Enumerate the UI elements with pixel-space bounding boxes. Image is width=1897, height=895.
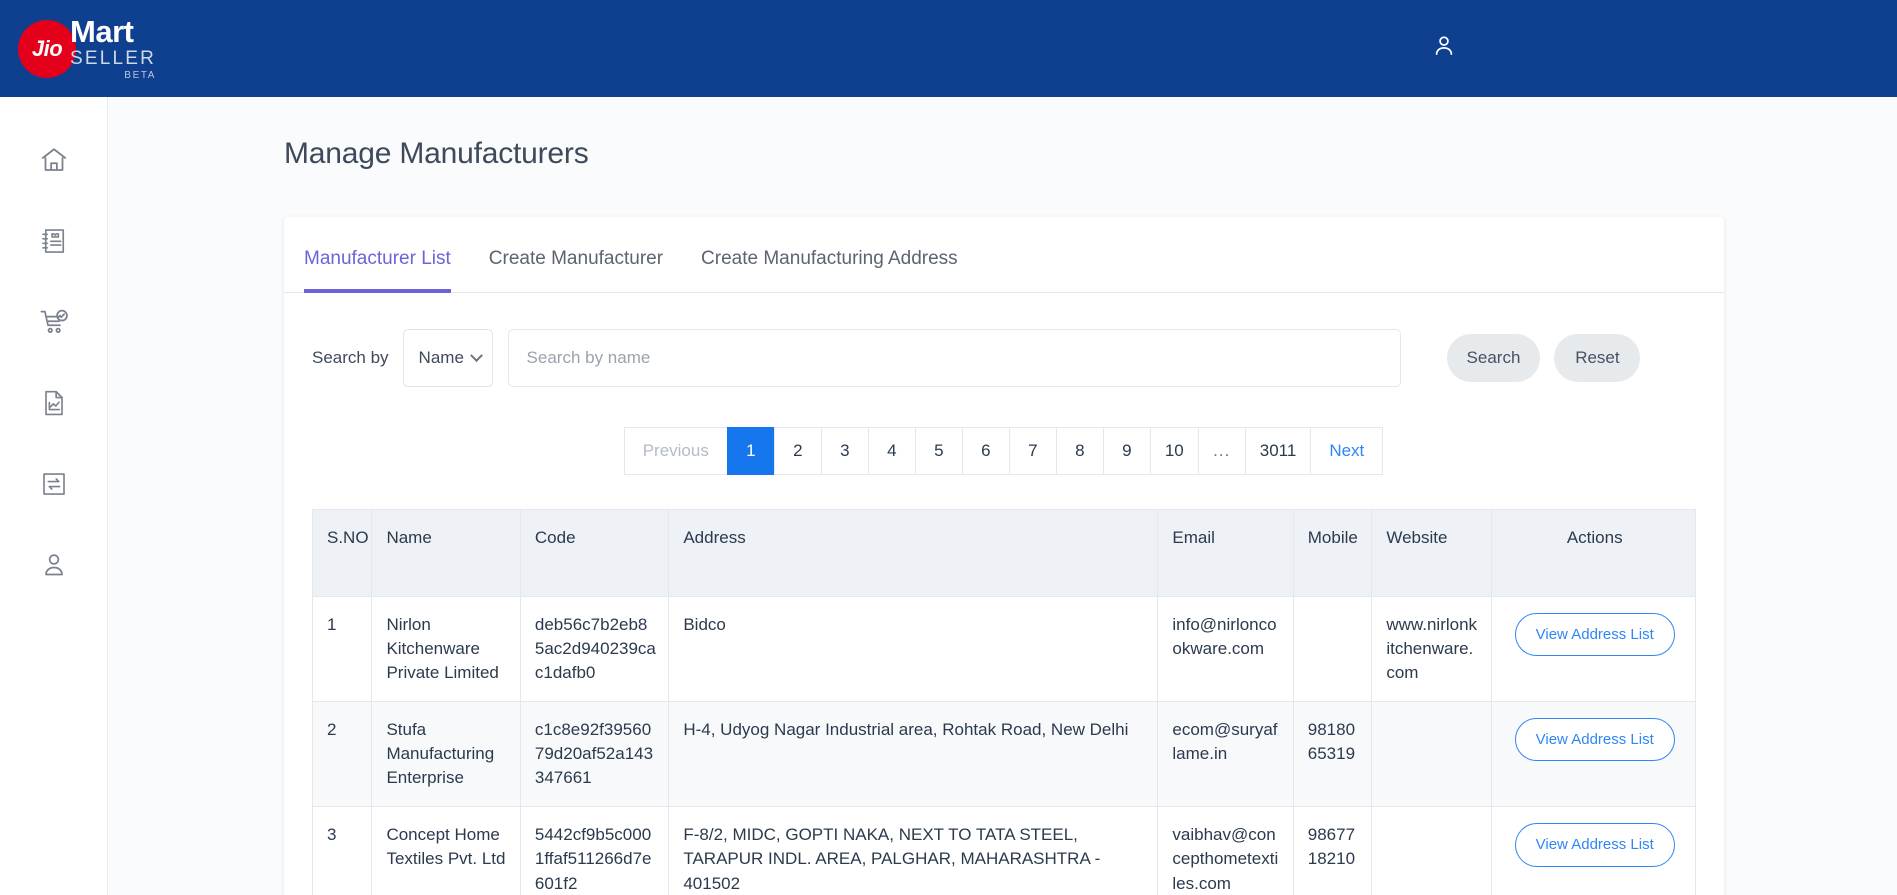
sidebar-item-catalog[interactable] [0,200,107,281]
column-header-actions: Actions [1491,510,1695,597]
cart-check-icon [38,306,70,338]
pagination-page-6[interactable]: 6 [961,427,1010,475]
column-header-sno: S.NO [313,510,373,597]
tab-create-manufacturing-address[interactable]: Create Manufacturing Address [701,248,958,292]
profile-icon [39,550,69,580]
table-header-row: S.NO Name Code Address Email Mobile Webs… [313,510,1695,597]
cell-website [1371,701,1493,808]
brand-mart-text: Mart [70,14,134,49]
sidebar-item-returns[interactable] [0,443,107,524]
cell-actions: View Address List [1491,806,1695,895]
manufacturers-table: S.NO Name Code Address Email Mobile Webs… [313,510,1695,895]
cell-sno: 2 [313,701,373,808]
jio-logo-badge: Jio [18,19,76,78]
column-header-mobile: Mobile [1293,510,1373,597]
cell-name: Nirlon Kitchenware Private Limited [371,596,521,702]
pagination-page-9[interactable]: 9 [1102,427,1151,475]
cell-sno: 1 [313,596,373,702]
column-header-website: Website [1371,510,1493,597]
sidebar-item-reports[interactable] [0,362,107,443]
sidebar-nav [0,97,108,895]
cell-mobile: 9867718210 [1293,806,1373,895]
pagination-page-5[interactable]: 5 [914,427,963,475]
view-address-list-button[interactable]: View Address List [1514,717,1675,762]
catalog-icon [39,226,69,256]
cell-address: H-4, Udyog Nagar Industrial area, Rohtak… [668,701,1159,808]
column-header-email: Email [1157,510,1294,597]
cell-actions: View Address List [1491,701,1695,808]
cell-code: deb56c7b2eb85ac2d940239cac1dafb0 [520,596,670,702]
user-icon[interactable] [1431,33,1457,64]
search-field-select[interactable]: Name [402,329,493,387]
search-by-label: Search by [312,348,389,367]
pagination-next[interactable]: Next [1310,427,1384,475]
sidebar-item-home[interactable] [0,119,107,200]
cell-actions: View Address List [1491,596,1695,702]
pagination-ellipsis: ... [1197,427,1246,475]
brand-logo[interactable]: Jio Mart SELLER BETA [18,16,156,81]
cell-address: F-8/2, MIDC, GOPTI NAKA, NEXT TO TATA ST… [668,806,1159,895]
search-field-select-value: Name [418,348,464,367]
cell-name: Stufa Manufacturing Enterprise [371,701,521,808]
pagination-page-2[interactable]: 2 [773,427,822,475]
exchange-icon [39,469,69,499]
brand-wordmark: Mart SELLER BETA [70,16,156,81]
cell-email: vaibhav@concepthometextiles.com [1157,806,1294,895]
manufacturers-table-container: S.NO Name Code Address Email Mobile Webs… [312,509,1696,895]
cell-mobile [1293,596,1373,702]
cell-website: www.nirlonkitchenware.com [1371,596,1493,702]
tab-create-manufacturer[interactable]: Create Manufacturer [489,248,663,292]
pagination-page-7[interactable]: 7 [1008,427,1057,475]
table-row: 3 Concept Home Textiles Pvt. Ltd 5442cf9… [313,806,1695,895]
cell-website [1371,806,1493,895]
search-button[interactable]: Search [1446,334,1541,382]
cell-code: 5442cf9b5c0001ffaf511266d7e601f2 [520,806,670,895]
tab-bar: Manufacturer List Create Manufacturer Cr… [284,217,1724,293]
column-header-name: Name [371,510,521,597]
table-row: 2 Stufa Manufacturing Enterprise c1c8e92… [313,701,1695,808]
pagination-page-last[interactable]: 3011 [1244,427,1312,475]
column-header-address: Address [668,510,1159,597]
cell-email: ecom@suryaflame.in [1157,701,1294,808]
cell-sno: 3 [313,806,373,895]
cell-name: Concept Home Textiles Pvt. Ltd [371,806,521,895]
brand-beta-text: BETA [124,70,157,81]
pagination-page-10[interactable]: 10 [1149,427,1199,475]
sidebar-item-orders[interactable] [0,281,107,362]
sidebar-item-profile[interactable] [0,524,107,605]
column-header-code: Code [520,510,670,597]
reset-button[interactable]: Reset [1554,334,1641,382]
pagination-page-3[interactable]: 3 [820,427,869,475]
pagination-page-4[interactable]: 4 [867,427,916,475]
search-input[interactable] [507,329,1401,387]
view-address-list-button[interactable]: View Address List [1514,612,1675,656]
app-header: Jio Mart SELLER BETA [0,0,1897,97]
chevron-down-icon [469,348,483,362]
cell-address: Bidco [668,596,1159,702]
cell-email: info@nirloncookware.com [1157,596,1294,702]
search-toolbar: Search by Name Search Reset [284,293,1724,387]
page-canvas: Manage Manufacturers Manufacturer List C… [108,97,1897,895]
report-chart-icon [39,388,69,418]
home-icon [39,145,69,175]
pagination-previous[interactable]: Previous [623,427,728,475]
cell-code: c1c8e92f3956079d20af52a143347661 [520,701,670,808]
manufacturer-panel: Manufacturer List Create Manufacturer Cr… [284,217,1724,895]
pagination-page-8[interactable]: 8 [1055,427,1104,475]
brand-seller-text: SELLER [70,48,157,69]
view-address-list-button[interactable]: View Address List [1514,823,1675,867]
table-row: 1 Nirlon Kitchenware Private Limited deb… [313,596,1695,702]
search-actions: Search Reset [1433,334,1641,382]
page-title: Manage Manufacturers [284,137,589,170]
pagination: Previous 1 2 3 4 5 6 7 8 9 10 ... 3011 N… [284,427,1724,475]
cell-mobile: 9818065319 [1293,701,1373,808]
tab-manufacturer-list[interactable]: Manufacturer List [304,248,451,293]
pagination-page-1[interactable]: 1 [726,427,775,475]
header-actions [1431,0,1897,97]
